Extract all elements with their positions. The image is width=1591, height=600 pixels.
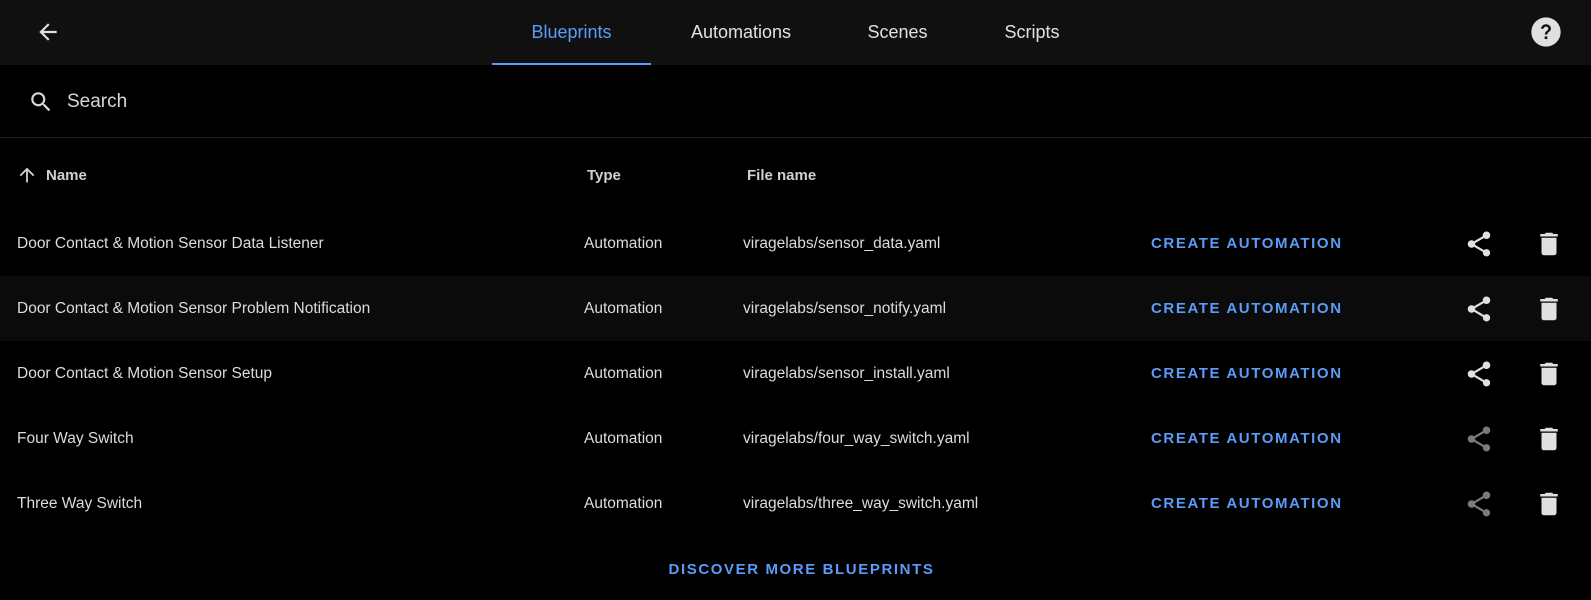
trash-icon [1540,427,1558,451]
share-button[interactable] [1464,489,1494,519]
table-row[interactable]: Door Contact & Motion Sensor Problem Not… [0,276,1591,341]
search-bar [0,65,1591,138]
delete-button[interactable] [1534,359,1564,389]
column-header-label: Name [46,166,87,184]
delete-button[interactable] [1534,294,1564,324]
share-icon [1467,426,1491,452]
arrow-left-icon [39,23,57,41]
blueprint-name: Door Contact & Motion Sensor Problem Not… [17,299,371,317]
tab-scenes[interactable]: Scenes [831,0,964,65]
delete-button[interactable] [1534,424,1564,454]
table-row[interactable]: Four Way Switch Automation viragelabs/fo… [0,406,1591,471]
column-header-name[interactable]: Name [16,142,87,208]
blueprint-file-name: viragelabs/sensor_notify.yaml [743,299,947,317]
blueprint-type: Automation [584,364,663,382]
blueprint-name: Door Contact & Motion Sensor Setup [17,364,273,382]
search-icon [31,92,51,112]
table-row[interactable]: Door Contact & Motion Sensor Setup Autom… [0,341,1591,406]
share-icon [1467,231,1491,257]
blueprint-file-name: viragelabs/sensor_data.yaml [743,234,941,252]
help-circle-icon [1531,17,1561,47]
delete-button[interactable] [1534,489,1564,519]
trash-icon [1540,297,1558,321]
tab-label: Scenes [867,22,928,42]
share-icon [1467,361,1491,387]
blueprint-type: Automation [584,234,663,252]
column-header-file-name[interactable]: File name [747,142,816,208]
tab-blueprints[interactable]: Blueprints [492,0,651,65]
blueprint-name: Three Way Switch [17,494,143,512]
share-button[interactable] [1464,359,1494,389]
table-row[interactable]: Three Way Switch Automation viragelabs/t… [0,471,1591,536]
blueprint-name: Four Way Switch [17,429,134,447]
blueprint-file-name: viragelabs/three_way_switch.yaml [743,494,979,512]
table-row[interactable]: Door Contact & Motion Sensor Data Listen… [0,211,1591,276]
create-automation-button[interactable]: CREATE AUTOMATION [1151,406,1343,471]
trash-icon [1540,362,1558,386]
share-button[interactable] [1464,424,1494,454]
share-button[interactable] [1464,229,1494,259]
help-button[interactable] [1530,16,1562,48]
blueprint-type: Automation [584,429,663,447]
share-icon [1467,296,1491,322]
column-header-type[interactable]: Type [587,142,621,208]
trash-icon [1540,492,1558,516]
share-button[interactable] [1464,294,1494,324]
tab-label: Automations [690,22,792,42]
tab-automations[interactable]: Automations [651,0,831,65]
blueprint-file-name: viragelabs/sensor_install.yaml [743,364,950,382]
search-input[interactable] [58,85,658,119]
top-app-bar: Blueprints Automations Scenes Scripts [0,0,1591,65]
delete-button[interactable] [1534,229,1564,259]
column-header-label: File name [747,166,817,184]
trash-icon [1540,232,1558,256]
arrow-up-icon [19,167,35,183]
table-body: Door Contact & Motion Sensor Data Listen… [0,211,1591,536]
blueprint-file-name: viragelabs/four_way_switch.yaml [743,429,970,447]
discover-more-blueprints-button[interactable]: DISCOVER MORE BLUEPRINTS [669,561,935,578]
blueprint-type: Automation [584,494,663,512]
tab-bar: Blueprints Automations Scenes Scripts [492,0,1100,65]
blueprint-name: Door Contact & Motion Sensor Data Listen… [17,234,324,252]
blueprint-type: Automation [584,299,663,317]
tab-label: Blueprints [531,22,612,42]
create-automation-button[interactable]: CREATE AUTOMATION [1151,341,1343,406]
create-automation-button[interactable]: CREATE AUTOMATION [1151,276,1343,341]
column-header-label: Type [587,166,621,184]
tab-label: Scripts [1004,22,1060,42]
table-header: Name Type File name [0,142,1591,208]
share-icon [1467,491,1491,517]
tab-scripts[interactable]: Scripts [964,0,1100,65]
discover-more-container: DISCOVER MORE BLUEPRINTS [0,554,1591,584]
create-automation-button[interactable]: CREATE AUTOMATION [1151,211,1343,276]
create-automation-button[interactable]: CREATE AUTOMATION [1151,471,1343,536]
back-button[interactable] [28,12,68,52]
